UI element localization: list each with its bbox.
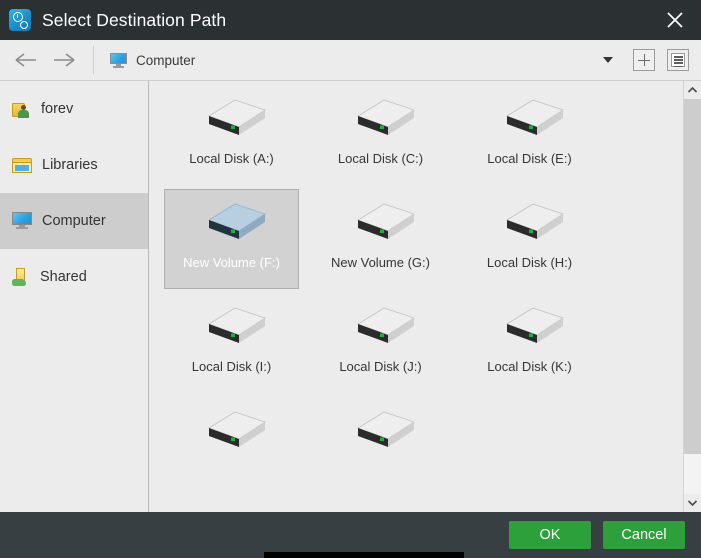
select-destination-path-dialog: Select Destination Path Computer forev L…: [0, 0, 701, 558]
drive-item[interactable]: Local Disk (K:): [462, 293, 597, 393]
clock-gear-icon: [9, 9, 31, 31]
sidebar-item-label: forev: [41, 101, 74, 117]
title-bar: Select Destination Path: [0, 0, 701, 40]
drive-item[interactable]: New Volume (G:): [313, 189, 448, 289]
sidebar-item-shared[interactable]: Shared: [0, 249, 148, 305]
window-title: Select Destination Path: [42, 9, 227, 30]
grid-row: [150, 393, 683, 497]
chevron-down-icon[interactable]: [684, 494, 701, 512]
toolbar: Computer: [0, 40, 701, 81]
drive-label: New Volume (G:): [331, 255, 430, 270]
shared-folder-icon: [12, 267, 30, 287]
sidebar: forev Libraries Computer Shared: [0, 81, 149, 512]
vertical-scrollbar[interactable]: [683, 81, 701, 512]
drive-item[interactable]: Local Disk (J:): [313, 293, 448, 393]
dialog-body: forev Libraries Computer Shared Local Di…: [0, 81, 701, 512]
hard-drive-icon: [195, 198, 269, 246]
sidebar-item-label: Libraries: [42, 157, 98, 173]
arrow-left-icon[interactable]: [7, 40, 45, 80]
drive-label: Local Disk (A:): [189, 151, 274, 166]
hard-drive-icon: [344, 198, 418, 246]
drive-label: New Volume (F:): [183, 255, 280, 270]
address-path-text: Computer: [136, 52, 196, 68]
drive-label: Local Disk (E:): [487, 151, 572, 166]
hard-drive-icon: [195, 302, 269, 350]
grid-row: Local Disk (I:) Local Disk (J:) Local Di…: [150, 289, 683, 393]
sidebar-item-forev[interactable]: forev: [0, 81, 148, 137]
user-folder-icon: [12, 101, 31, 118]
drive-item[interactable]: [164, 397, 299, 497]
drive-label: Local Disk (K:): [487, 359, 572, 374]
drive-item[interactable]: Local Disk (A:): [164, 85, 299, 185]
sidebar-item-libraries[interactable]: Libraries: [0, 137, 148, 193]
list-view-icon[interactable]: [667, 49, 689, 71]
drive-label: Local Disk (J:): [339, 359, 422, 374]
hard-drive-icon: [344, 406, 418, 454]
file-grid-pane: Local Disk (A:) Local Disk (C:) Local Di…: [150, 81, 683, 512]
drive-item[interactable]: Local Disk (E:): [462, 85, 597, 185]
scrollbar-track[interactable]: [684, 99, 701, 494]
hard-drive-icon: [195, 406, 269, 454]
drive-label: Local Disk (C:): [337, 151, 424, 166]
chevron-up-icon[interactable]: [684, 81, 701, 99]
hard-drive-icon: [195, 94, 269, 142]
sidebar-item-label: Shared: [40, 269, 87, 285]
grid-row: Local Disk (A:) Local Disk (C:) Local Di…: [150, 81, 683, 185]
plus-icon[interactable]: [633, 49, 655, 71]
sidebar-item-computer[interactable]: Computer: [0, 193, 148, 249]
hard-drive-icon: [344, 94, 418, 142]
chevron-down-icon[interactable]: [595, 40, 621, 80]
drive-label: Local Disk (I:): [191, 359, 272, 374]
hard-drive-icon: [493, 94, 567, 142]
sidebar-item-label: Computer: [42, 213, 106, 229]
grid-row: New Volume (F:) New Volume (G:) Local Di…: [150, 185, 683, 289]
libraries-folder-icon: [12, 157, 32, 174]
drive-item[interactable]: Local Disk (C:): [313, 85, 448, 185]
address-bar[interactable]: Computer: [102, 40, 595, 80]
drive-item-selected[interactable]: New Volume (F:): [164, 189, 299, 289]
drive-item[interactable]: [313, 397, 448, 497]
scrollbar-thumb[interactable]: [684, 99, 701, 454]
hard-drive-icon: [493, 198, 567, 246]
drive-item[interactable]: Local Disk (I:): [164, 293, 299, 393]
drive-item[interactable]: Local Disk (H:): [462, 189, 597, 289]
drive-grid: Local Disk (A:) Local Disk (C:) Local Di…: [150, 81, 683, 497]
close-icon[interactable]: [649, 0, 701, 40]
hard-drive-icon: [493, 302, 567, 350]
arrow-right-icon[interactable]: [45, 40, 83, 80]
toolbar-divider: [93, 46, 94, 74]
hard-drive-icon: [344, 302, 418, 350]
computer-monitor-icon: [12, 212, 32, 230]
drive-label: Local Disk (H:): [486, 255, 573, 270]
ok-button[interactable]: OK: [509, 521, 591, 549]
taskbar-edge: [264, 552, 464, 558]
cancel-button[interactable]: Cancel: [603, 521, 685, 549]
computer-monitor-icon: [110, 52, 127, 68]
